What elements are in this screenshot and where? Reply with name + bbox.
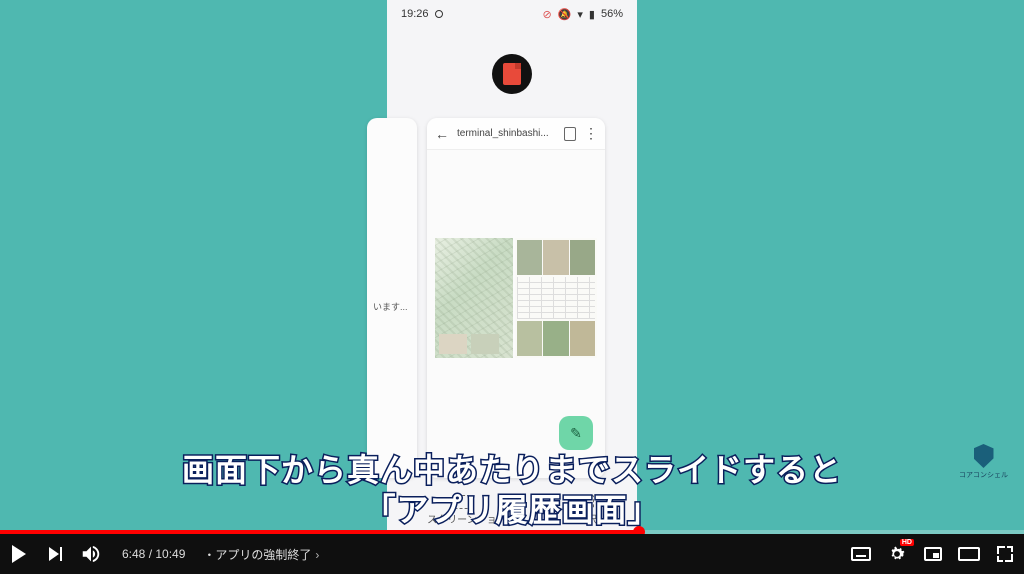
card-title: terminal_shinbashi... [457,128,556,139]
current-time: 6:48 [122,547,145,561]
card-header: ← terminal_shinbashi... ⋮ [427,118,605,150]
card-left-text: います... [373,300,408,313]
recent-card-main[interactable]: ← terminal_shinbashi... ⋮ ✎ [427,118,605,478]
subtitle-line2: 「アプリ履歴画面」 [0,490,1024,530]
subtitle-caption: 画面下から真ん中あたりまでスライドすると 「アプリ履歴画面」 [0,450,1024,534]
edit-icon: ✎ [570,425,582,442]
fullscreen-icon [997,546,1013,562]
document-preview [435,238,597,358]
subtitles-icon [851,547,871,561]
mute-icon: 🔕 [558,8,572,21]
map-preview [435,238,513,358]
recent-card-previous[interactable]: います... [367,118,417,478]
video-frame: 19:26 ⊘ 🔕 ▾ ▮ 56% います... ← terminal_shin… [0,0,1024,534]
player-controls: 6:48 / 10:49 ・アプリの強制終了 › HD [0,534,1024,574]
chapter-button[interactable]: ・アプリの強制終了 › [203,546,319,563]
chapter-title: ・アプリの強制終了 [203,548,311,562]
chevron-right-icon: › [315,548,319,562]
edit-fab[interactable]: ✎ [559,416,593,450]
info-preview [515,238,597,358]
subtitle-line1: 画面下から真ん中あたりまでスライドすると [0,450,1024,490]
phone-statusbar: 19:26 ⊘ 🔕 ▾ ▮ 56% [387,0,637,28]
status-time: 19:26 [401,8,429,20]
play-icon [12,545,26,563]
next-button[interactable] [44,543,66,565]
wifi-icon: ▾ [577,8,583,21]
dnd-icon: ⊘ [542,8,551,21]
duration: 10:49 [155,547,185,561]
fullscreen-button[interactable] [994,543,1016,565]
pdf-icon [503,63,521,85]
more-icon[interactable]: ⋮ [584,125,597,142]
recent-app-icon[interactable] [492,54,532,94]
document-icon[interactable] [564,127,576,141]
hd-badge: HD [900,539,914,546]
volume-icon [80,543,102,565]
time-display: 6:48 / 10:49 [122,547,185,561]
back-icon[interactable]: ← [435,126,449,142]
theater-button[interactable] [958,543,980,565]
miniplayer-button[interactable] [922,543,944,565]
play-button[interactable] [8,543,30,565]
gear-icon [887,544,907,564]
record-indicator-icon [435,10,443,18]
theater-icon [958,547,980,561]
volume-button[interactable] [80,543,102,565]
subtitles-button[interactable] [850,543,872,565]
settings-button[interactable]: HD [886,543,908,565]
battery-percent: 56% [601,8,623,20]
next-icon [49,547,59,561]
battery-icon: ▮ [589,8,595,21]
miniplayer-icon [924,547,942,561]
